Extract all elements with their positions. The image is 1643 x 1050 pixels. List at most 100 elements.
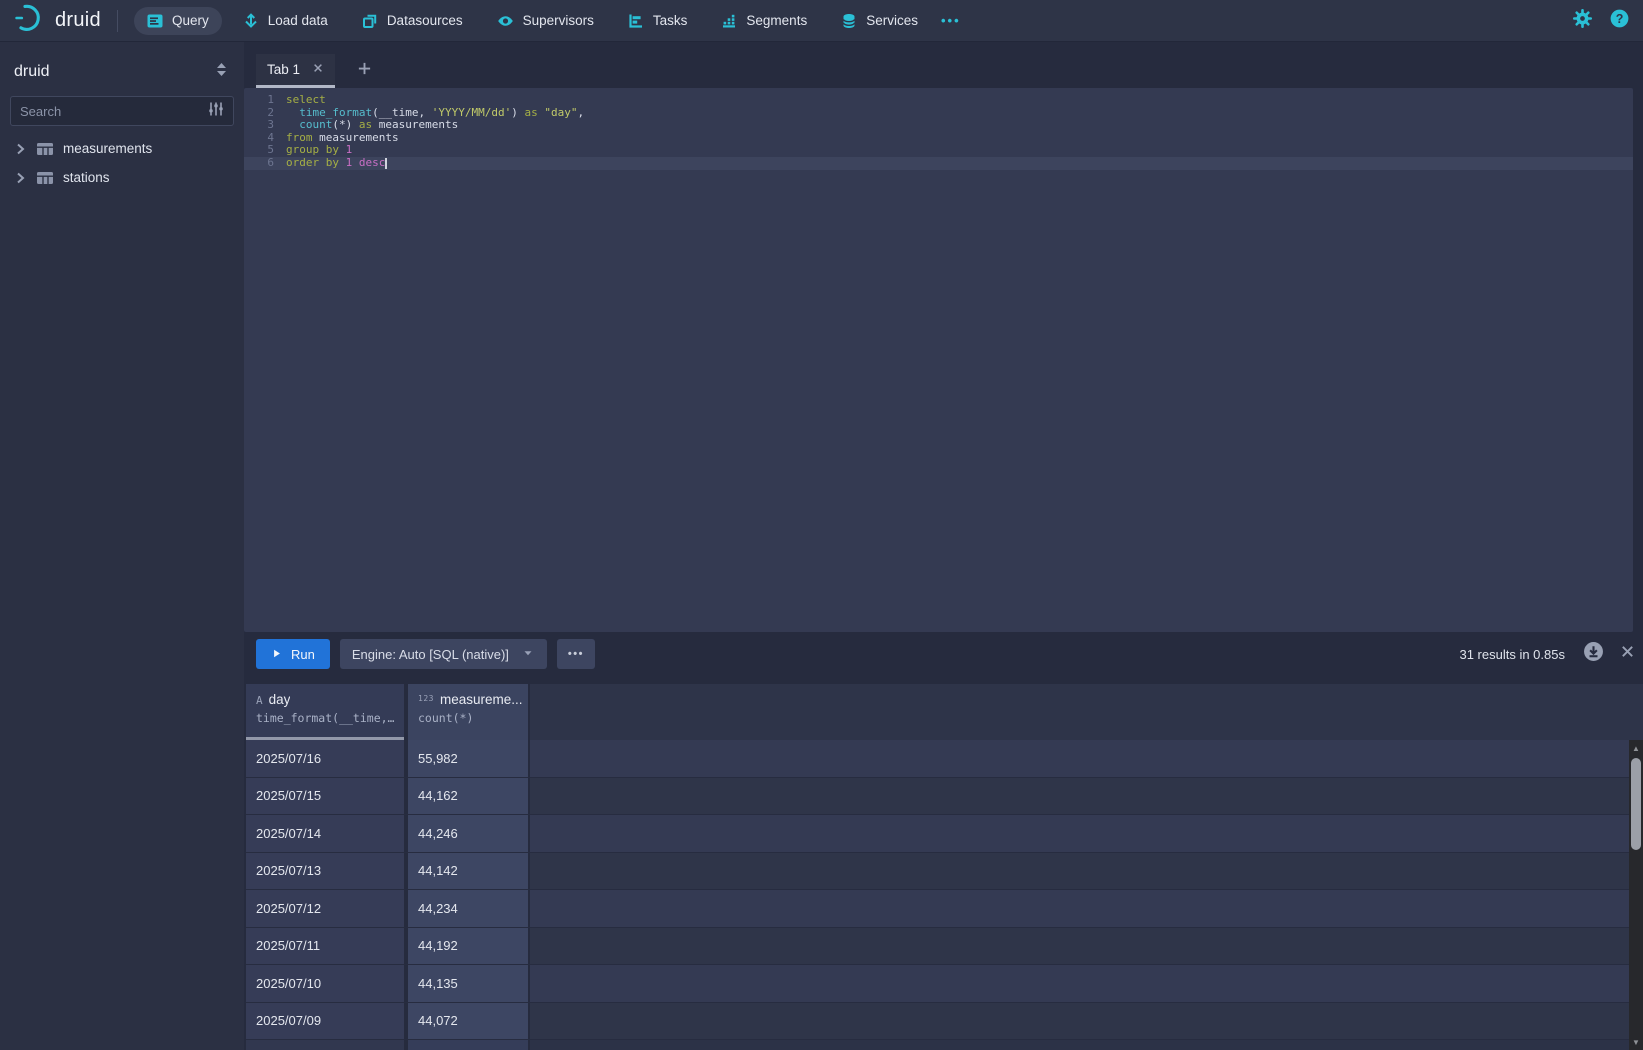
caret-down-icon	[521, 646, 535, 660]
cell-measurements[interactable]: 44,192	[408, 928, 528, 965]
schema-selector[interactable]: druid	[0, 52, 244, 90]
search-input[interactable]	[20, 104, 208, 119]
add-tab-button[interactable]	[351, 54, 378, 88]
cell-day[interactable]: 2025/07/12	[246, 890, 404, 927]
play-icon	[271, 648, 282, 659]
line-number: 3	[244, 119, 274, 132]
cell-day[interactable]: 2025/07/15	[246, 778, 404, 815]
results-info: 31 results in 0.85s	[1459, 647, 1565, 662]
scrollbar-thumb[interactable]	[1631, 758, 1641, 850]
run-bar: Run Engine: Auto [SQL (native)] ••• 31 r…	[256, 638, 1635, 670]
cell-day[interactable]: 2025/07/10	[246, 965, 404, 1002]
gantt-icon	[628, 13, 644, 29]
sql-editor[interactable]: 1select2 time_format(__time, 'YYYY/MM/dd…	[244, 88, 1633, 632]
nav-item-query[interactable]: Query	[134, 7, 222, 35]
sidebar-table-stations[interactable]: stations	[0, 163, 244, 192]
cell-day[interactable]: 2025/07/16	[246, 740, 404, 777]
tab-close-button[interactable]	[312, 61, 324, 79]
results-table: Adaytime_format(__time,…123measureme...c…	[246, 684, 1643, 1050]
column-header-2[interactable]: 123measureme...count(*)	[408, 684, 528, 740]
nav-item-label: Query	[172, 13, 209, 28]
code-line-5: 5group by 1	[244, 144, 1633, 157]
run-button[interactable]: Run	[256, 639, 330, 669]
cell-measurements[interactable]: 44,135	[408, 965, 528, 1002]
tab-tab1[interactable]: Tab 1	[256, 54, 335, 88]
chevron-right-icon	[12, 170, 28, 186]
search-filter-button[interactable]	[208, 101, 224, 122]
row-filler	[530, 928, 1643, 965]
query-tabbar: Tab 1	[244, 42, 1643, 88]
nav-item-services[interactable]: Services	[828, 7, 931, 35]
top-nav: druid Query Load data Datasources Superviso…	[0, 0, 1643, 42]
row-filler	[530, 740, 1643, 777]
nav-item-supervisors[interactable]: Supervisors	[484, 7, 607, 35]
nav-more-button[interactable]: •••	[931, 7, 971, 34]
download-results-button[interactable]	[1583, 641, 1604, 667]
svg-text:?: ?	[1616, 11, 1624, 25]
table-row: 2025/07/1244,234	[246, 890, 1643, 928]
sidebar-search	[10, 96, 234, 126]
chevron-right-icon	[12, 141, 28, 157]
column-header-1[interactable]: Adaytime_format(__time,…	[246, 684, 404, 740]
nav-item-label: Services	[866, 13, 918, 28]
download-icon	[1583, 641, 1604, 662]
row-filler	[530, 815, 1643, 852]
cell-measurements[interactable]: 44,234	[408, 890, 528, 927]
scrollbar-up-arrow[interactable]: ▲	[1629, 741, 1643, 755]
cell-measurements[interactable]: 44,162	[408, 778, 528, 815]
tab-label: Tab 1	[267, 62, 300, 77]
close-results-button[interactable]	[1620, 644, 1635, 664]
table-row: 2025/07/1655,982	[246, 740, 1643, 778]
bar-chart-icon	[721, 13, 737, 29]
stack-icon	[362, 13, 378, 29]
nav-item-load-data[interactable]: Load data	[230, 7, 341, 35]
nav-item-label: Tasks	[653, 13, 688, 28]
help-icon: ?	[1610, 9, 1629, 28]
settings-gear-button[interactable]	[1573, 9, 1592, 33]
row-filler	[530, 890, 1643, 927]
nav-item-label: Datasources	[387, 13, 463, 28]
cell-day[interactable]: 2025/07/13	[246, 853, 404, 890]
filter-sliders-icon	[208, 101, 224, 117]
run-more-button[interactable]: •••	[557, 639, 595, 669]
sidebar-table-measurements[interactable]: measurements	[0, 134, 244, 163]
table-row: 2025/07/1044,135	[246, 965, 1643, 1003]
help-button[interactable]: ?	[1610, 9, 1629, 33]
line-number: 1	[244, 94, 274, 107]
cell-day[interactable]: 2025/07/14	[246, 815, 404, 852]
column-type-icon: 123	[418, 694, 434, 703]
table-name: stations	[63, 170, 110, 185]
code-line-3: 3 count(*) as measurements	[244, 119, 1633, 132]
druid-logo-icon	[12, 3, 46, 33]
table-row: 2025/07/0944,072	[246, 1003, 1643, 1041]
table-row: 2025/07/1144,192	[246, 928, 1643, 966]
schema-name: druid	[14, 63, 50, 81]
engine-select[interactable]: Engine: Auto [SQL (native)]	[340, 639, 547, 669]
cell-measurements[interactable]: 55,982	[408, 740, 528, 777]
cell-measurements[interactable]: 44,246	[408, 815, 528, 852]
gear-icon	[1573, 9, 1592, 28]
console-icon	[147, 13, 163, 29]
brand[interactable]: druid	[12, 3, 101, 38]
row-filler	[530, 965, 1643, 1002]
scrollbar-down-arrow[interactable]: ▼	[1629, 1035, 1643, 1049]
results-body: 2025/07/1655,9822025/07/1544,1622025/07/…	[246, 740, 1643, 1050]
results-scrollbar[interactable]: ▲ ▼	[1629, 740, 1643, 1050]
table-icon	[36, 170, 54, 186]
cell-day	[246, 1040, 404, 1050]
cell-day[interactable]: 2025/07/09	[246, 1003, 404, 1040]
engine-select-label: Engine: Auto [SQL (native)]	[352, 647, 509, 662]
nav-item-segments[interactable]: Segments	[708, 7, 820, 35]
cell-measurements[interactable]: 44,142	[408, 853, 528, 890]
nav-item-datasources[interactable]: Datasources	[349, 7, 476, 35]
cell-day[interactable]: 2025/07/11	[246, 928, 404, 965]
column-type-icon: A	[256, 694, 263, 707]
close-x-icon	[1620, 644, 1635, 659]
text-cursor	[385, 158, 387, 169]
brand-name: druid	[55, 9, 101, 32]
row-filler	[530, 1040, 1643, 1050]
code-text: order by 1 desc	[286, 157, 387, 170]
nav-item-tasks[interactable]: Tasks	[615, 7, 701, 35]
table-icon	[36, 141, 54, 157]
cell-measurements[interactable]: 44,072	[408, 1003, 528, 1040]
